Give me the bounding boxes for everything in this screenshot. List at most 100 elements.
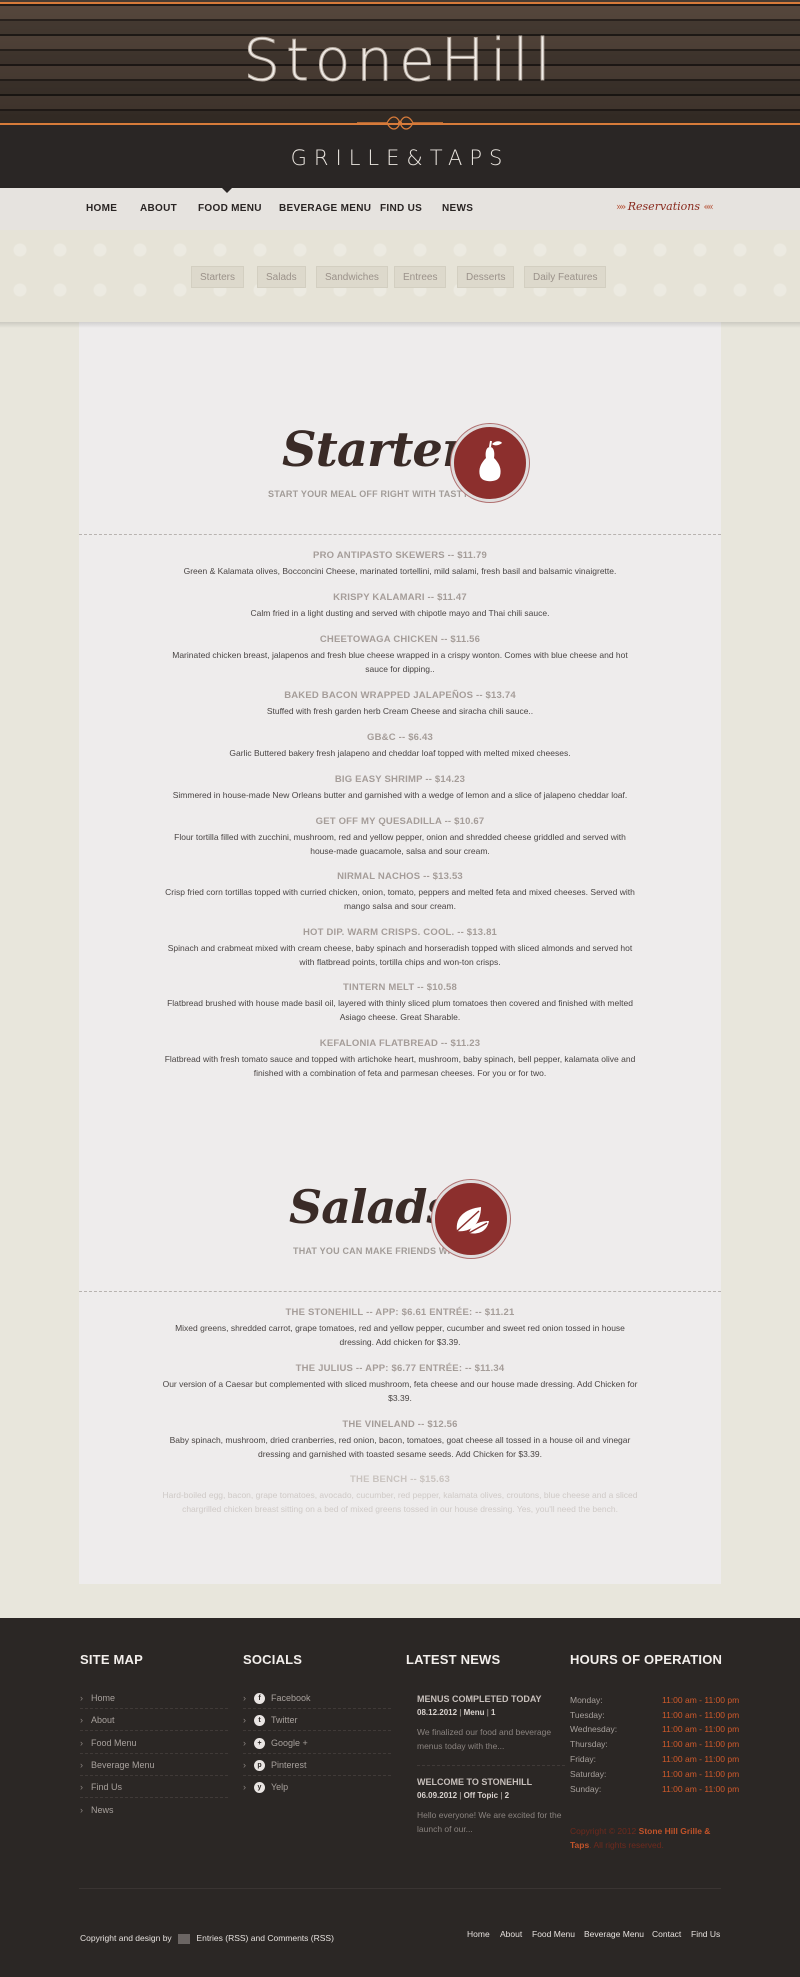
menu-category-bar: Starters Salads Sandwiches Entrees Desse… [0, 230, 800, 322]
menu-item: THE JULIUS -- APP: $6.77 ENTRÉE: -- $11.… [162, 1363, 638, 1403]
entries-rss-link[interactable]: Entries (RSS) [196, 1933, 248, 1943]
footer-heading-news: LATEST NEWS [406, 1652, 501, 1667]
chevron-right-icon: »» [616, 202, 626, 213]
news-post-excerpt: We finalized our food and beverage menus… [417, 1727, 552, 1751]
menu-item: KRISPY KALAMARI -- $11.47 Calm fried in a… [250, 592, 550, 618]
section-divider [79, 534, 721, 535]
menu-item: NIRMAL NACHOS -- $13.53 Crisp fried corn … [165, 871, 635, 911]
footer-heading-sitemap: SITE MAP [80, 1652, 143, 1667]
nav-find-us[interactable]: FIND US [380, 203, 422, 214]
footer-separator [243, 1775, 391, 1776]
social-facebook[interactable]: fFacebook [243, 1693, 311, 1705]
hours-time: 11:00 am - 11:00 pm [662, 1695, 740, 1705]
footer-separator [80, 1730, 228, 1731]
tab-daily-features[interactable]: Daily Features [524, 266, 607, 288]
ornament-icon [357, 116, 443, 130]
menu-item: KEFALONIA FLATBREAD -- $11.23 Flatbread w… [164, 1038, 636, 1078]
hours-day: Tuesday: [570, 1710, 605, 1720]
google-plus-icon: + [254, 1738, 265, 1750]
chevron-left-icon: «« [703, 202, 714, 213]
menu-item: PRO ANTIPASTO SKEWERS -- $11.79 Green & K… [183, 550, 617, 576]
menu-item: CHEETOWAGA CHICKEN -- $11.56 Marinated ch… [172, 634, 628, 674]
brand-title[interactable]: StoneHill [0, 26, 800, 95]
menu-item: BAKED BACON WRAPPED JALAPEÑOS -- $13.74 S… [266, 690, 534, 716]
news-post-excerpt: Hello everyone! We are excited for the l… [417, 1810, 562, 1834]
footer-separator [243, 1730, 391, 1731]
section-title-salads: Salads [289, 1180, 452, 1234]
site-header: StoneHill GRILLE&TAPS [0, 0, 800, 188]
comments-rss-link[interactable]: Comments (RSS) [267, 1933, 334, 1943]
starters-badge [451, 424, 529, 502]
footer-link-about[interactable]: About [80, 1715, 115, 1725]
brand-subtitle: GRILLE&TAPS [290, 146, 510, 170]
bottom-link-food-menu[interactable]: Food Menu [532, 1929, 575, 1939]
social-google-plus[interactable]: +Google + [243, 1738, 308, 1750]
footer-separator [417, 1765, 565, 1766]
footer-heading-socials: SOCIALS [243, 1652, 303, 1667]
leaves-icon [456, 1207, 489, 1234]
tab-desserts[interactable]: Desserts [457, 266, 515, 288]
hours-day: Wednesday: [570, 1724, 618, 1734]
tab-starters[interactable]: Starters [191, 266, 245, 288]
social-twitter[interactable]: tTwitter [243, 1715, 298, 1727]
footer-link-beverage-menu[interactable]: Beverage Menu [80, 1760, 155, 1770]
footer-separator [80, 1708, 228, 1709]
nav-food-menu[interactable]: FOOD MENU [198, 203, 262, 214]
news-post-title[interactable]: MENUS COMPLETED TODAY [417, 1694, 567, 1704]
menu-item: THE VINELAND -- $12.56 Baby spinach, mush… [169, 1419, 631, 1459]
bottom-link-beverage-menu[interactable]: Beverage Menu [584, 1929, 644, 1939]
designer-logo-icon[interactable] [178, 1933, 191, 1944]
menu-item: TINTERN MELT -- $10.58 Flatbread brushed … [167, 982, 633, 1022]
yelp-icon: y [254, 1782, 265, 1794]
bottom-link-home[interactable]: Home [467, 1929, 490, 1939]
bottom-link-find-us[interactable]: Find Us [691, 1929, 720, 1939]
footer-heading-hours: HOURS OF OPERATION [570, 1652, 723, 1667]
bottom-link-contact[interactable]: Contact [652, 1929, 681, 1939]
nav-news[interactable]: NEWS [442, 203, 473, 214]
menu-item: BIG EASY SHRIMP -- $14.23 Simmered in hou… [172, 774, 628, 800]
reservations-link[interactable]: »» Reservations «« [616, 200, 714, 216]
social-pinterest[interactable]: pPinterest [243, 1760, 307, 1772]
hours-time: 11:00 am - 11:00 pm [662, 1769, 740, 1779]
tab-sandwiches[interactable]: Sandwiches [316, 266, 388, 288]
hours-day: Sunday: [570, 1784, 602, 1794]
menu-item: GB&C -- $6.43 Garlic Buttered bakery fres… [229, 732, 571, 758]
hours-day: Saturday: [570, 1769, 607, 1779]
salads-badge [432, 1180, 510, 1258]
tab-entrees[interactable]: Entrees [394, 266, 447, 288]
footer-separator [80, 1753, 228, 1754]
header-top-line [0, 2, 800, 4]
news-post-meta: 06.09.2012 | Off Topic | 2 [417, 1791, 510, 1800]
hours-time: 11:00 am - 11:00 pm [662, 1754, 740, 1764]
footer-link-find-us[interactable]: Find Us [80, 1782, 122, 1792]
reservations-label: Reservations [627, 200, 701, 213]
news-post-meta: 08.12.2012 | Menu | 1 [417, 1708, 496, 1717]
bottom-link-about[interactable]: About [500, 1929, 522, 1939]
pinterest-icon: p [254, 1760, 265, 1772]
footer-link-news[interactable]: News [80, 1805, 114, 1815]
menu-item: THE STONEHILL -- APP: $6.61 ENTRÉE: -- $… [175, 1307, 625, 1347]
design-credit: Copyright and design by Entries (RSS) an… [80, 1933, 334, 1944]
content-shadow [0, 322, 800, 328]
news-post-title[interactable]: WELCOME TO STONEHILL [417, 1777, 567, 1787]
footer-divider [79, 1888, 721, 1889]
twitter-icon: t [254, 1715, 265, 1727]
active-nav-caret [222, 188, 232, 193]
nav-home[interactable]: HOME [86, 203, 117, 214]
menu-item: THE BENCH -- $15.63 Hard-boiled egg, baco… [162, 1474, 638, 1514]
social-yelp[interactable]: yYelp [243, 1782, 288, 1794]
menu-item: HOT DIP. WARM CRISPS. COOL. -- $13.81 Spi… [167, 927, 633, 967]
hours-time: 11:00 am - 11:00 pm [662, 1739, 740, 1749]
facebook-icon: f [254, 1693, 265, 1705]
footer-separator [243, 1708, 391, 1709]
nav-beverage-menu[interactable]: BEVERAGE MENU [279, 203, 371, 214]
nav-about[interactable]: ABOUT [140, 203, 177, 214]
tab-salads[interactable]: Salads [257, 266, 306, 288]
hours-time: 11:00 am - 11:00 pm [662, 1710, 740, 1720]
footer-link-home[interactable]: Home [80, 1693, 115, 1703]
hours-day: Thursday: [570, 1739, 608, 1749]
pear-icon [479, 440, 502, 482]
hours-day: Monday: [570, 1695, 603, 1705]
footer-separator [80, 1775, 228, 1776]
footer-link-food-menu[interactable]: Food Menu [80, 1738, 137, 1748]
